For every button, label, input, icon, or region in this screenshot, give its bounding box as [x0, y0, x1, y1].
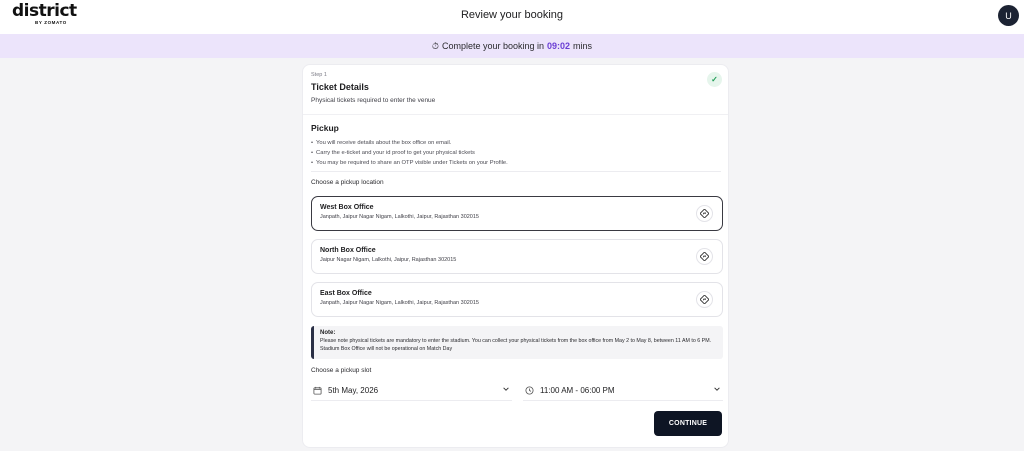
note-title: Note: — [320, 330, 336, 336]
page-title: Review your booking — [460, 9, 564, 21]
pickup-instructions: You will receive details about the box o… — [311, 138, 508, 168]
check-icon: ✓ — [707, 72, 722, 87]
location-option-east[interactable]: East Box Office Janpath, Jaipur Nagar Ni… — [311, 282, 723, 317]
booking-card: Step 1 Ticket Details Physical tickets r… — [302, 64, 729, 448]
timer-banner: ⏱ Complete your booking in 09:02 mins — [0, 34, 1024, 58]
timer-suffix: mins — [573, 41, 593, 51]
location-address: Jaipur Nagar Nigam, Lalkothi, Jaipur, Ra… — [320, 257, 457, 263]
instruction-item: Carry the e-ticket and your id proof to … — [311, 148, 508, 158]
location-name: East Box Office — [320, 290, 372, 297]
timer-prefix: Complete your booking in — [441, 41, 545, 51]
time-slot-select[interactable]: 11:00 AM - 06:00 PM — [523, 381, 723, 401]
directions-icon[interactable] — [696, 248, 713, 265]
time-value: 11:00 AM - 06:00 PM — [540, 386, 615, 395]
chevron-down-icon — [502, 385, 510, 395]
pickup-title: Pickup — [311, 123, 339, 133]
step-subtitle: Physical tickets required to enter the v… — [311, 97, 436, 104]
step-title: Ticket Details — [311, 82, 369, 92]
note-body: Please note physical tickets are mandato… — [320, 338, 712, 352]
choose-slot-label: Choose a pickup slot — [311, 367, 372, 374]
instruction-item: You may be required to share an OTP visi… — [311, 158, 508, 168]
calendar-icon — [311, 386, 323, 395]
top-bar: district BY ZOMATO Review your booking U — [0, 0, 1024, 34]
directions-icon[interactable] — [696, 291, 713, 308]
location-option-north[interactable]: North Box Office Jaipur Nagar Nigam, Lal… — [311, 239, 723, 274]
choose-location-label: Choose a pickup location — [311, 179, 384, 186]
location-name: North Box Office — [320, 247, 376, 254]
location-address: Janpath, Jaipur Nagar Nigam, Lalkothi, J… — [320, 300, 479, 306]
date-value: 5th May, 2026 — [328, 386, 379, 395]
location-name: West Box Office — [320, 204, 374, 211]
continue-button[interactable]: CONTINUE — [654, 411, 722, 436]
stopwatch-icon: ⏱ — [431, 40, 439, 51]
directions-icon[interactable] — [696, 205, 713, 222]
instruction-item: You will receive details about the box o… — [311, 138, 508, 148]
chevron-down-icon — [713, 385, 721, 395]
location-option-west[interactable]: West Box Office Janpath, Jaipur Nagar Ni… — [311, 196, 723, 231]
step-label: Step 1 — [311, 72, 327, 78]
location-address: Janpath, Jaipur Nagar Nigam, Lalkothi, J… — [320, 214, 479, 220]
divider — [303, 114, 728, 115]
date-select[interactable]: 5th May, 2026 — [311, 381, 512, 401]
timer-value: 09:02 — [547, 41, 571, 51]
note-box: Note: Please note physical tickets are m… — [311, 326, 723, 359]
clock-icon — [523, 386, 535, 395]
user-avatar[interactable]: U — [998, 5, 1019, 26]
divider — [311, 171, 721, 172]
